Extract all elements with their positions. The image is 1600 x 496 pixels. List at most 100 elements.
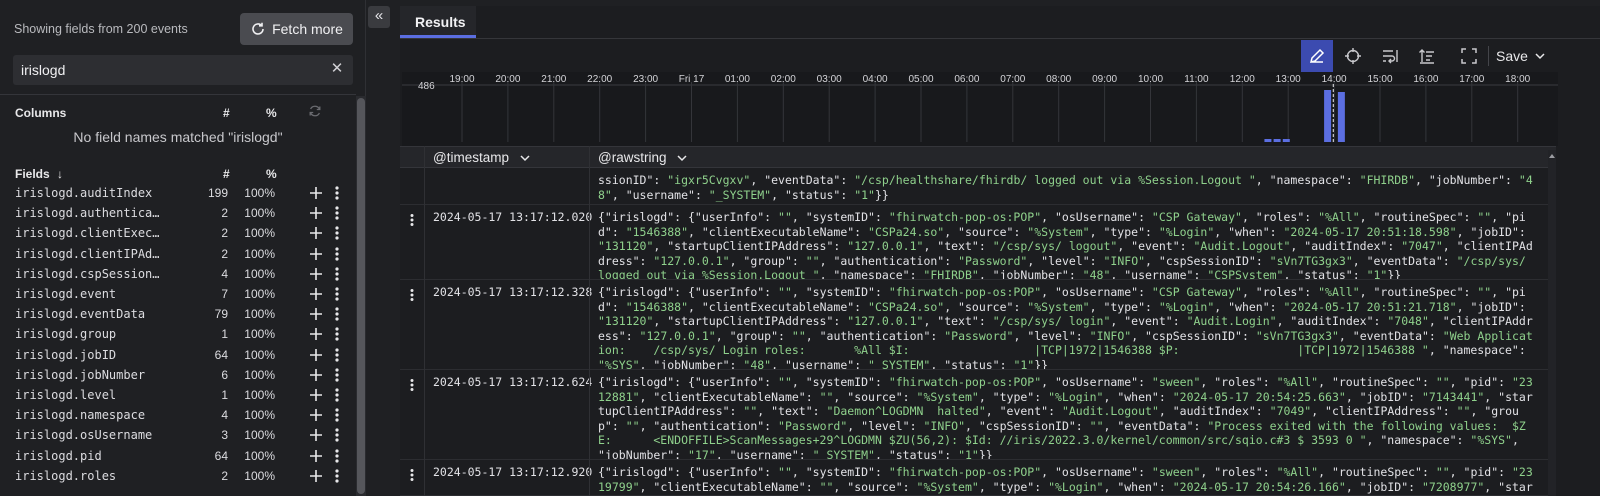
field-percent: 100% bbox=[244, 408, 275, 423]
table-row[interactable]: 2024-05-17 13:17:12.920 {"irislogd": {"us… bbox=[400, 460, 1556, 496]
results-scrollbar[interactable] bbox=[1548, 150, 1556, 496]
more-vertical-icon[interactable] bbox=[333, 185, 341, 201]
more-vertical-icon[interactable] bbox=[333, 286, 341, 302]
add-column-icon[interactable] bbox=[308, 468, 324, 484]
crosshair-tool-button[interactable] bbox=[1337, 40, 1369, 72]
field-search-input[interactable] bbox=[21, 60, 321, 80]
field-count: 79 bbox=[214, 307, 228, 322]
field-row[interactable]: irislogd.osUsername 3 100% bbox=[0, 425, 356, 445]
add-column-icon[interactable] bbox=[308, 225, 324, 241]
more-vertical-icon[interactable] bbox=[333, 347, 341, 363]
field-name[interactable]: irislogd.event bbox=[15, 287, 165, 301]
more-vertical-icon[interactable] bbox=[408, 288, 416, 302]
more-vertical-icon[interactable] bbox=[333, 205, 341, 221]
fullscreen-button[interactable] bbox=[1453, 40, 1485, 72]
rawstring-column-header[interactable]: @rawstring bbox=[598, 150, 688, 165]
field-name[interactable]: irislogd.clientIPAddr… bbox=[15, 247, 165, 261]
field-row[interactable]: irislogd.event 7 100% bbox=[0, 284, 356, 304]
field-percent: 100% bbox=[244, 388, 275, 402]
more-vertical-icon[interactable] bbox=[333, 387, 341, 403]
more-vertical-icon[interactable] bbox=[333, 407, 341, 423]
add-column-icon[interactable] bbox=[308, 407, 324, 423]
field-row[interactable]: irislogd.pid 64 100% bbox=[0, 446, 356, 466]
tab-results[interactable]: Results bbox=[400, 6, 476, 38]
add-column-icon[interactable] bbox=[308, 427, 324, 443]
field-row[interactable]: irislogd.cspSessionID 4 100% bbox=[0, 264, 356, 284]
collapse-panel-button[interactable]: « bbox=[368, 6, 390, 28]
field-row[interactable]: irislogd.group 1 100% bbox=[0, 324, 356, 344]
more-vertical-icon[interactable] bbox=[333, 468, 341, 484]
more-vertical-icon[interactable] bbox=[408, 378, 416, 392]
tab-divider bbox=[400, 38, 1600, 39]
field-row[interactable]: irislogd.clientIPAddr… 2 100% bbox=[0, 244, 356, 264]
field-row[interactable]: irislogd.clientExecut… 2 100% bbox=[0, 223, 356, 243]
scrollbar-thumb[interactable] bbox=[357, 98, 365, 494]
field-name[interactable]: irislogd.cspSessionID bbox=[15, 267, 165, 281]
field-name[interactable]: irislogd.eventData bbox=[15, 307, 165, 321]
field-name[interactable]: irislogd.namespace bbox=[15, 408, 165, 422]
edit-tool-button[interactable] bbox=[1301, 40, 1333, 72]
more-vertical-icon[interactable] bbox=[333, 246, 341, 262]
add-column-icon[interactable] bbox=[308, 286, 324, 302]
more-vertical-icon[interactable] bbox=[408, 468, 416, 482]
add-column-icon[interactable] bbox=[308, 387, 324, 403]
field-row[interactable]: irislogd.auditIndex 199 100% bbox=[0, 183, 356, 203]
fields-header[interactable]: Fields ↓ bbox=[15, 167, 63, 181]
add-column-icon[interactable] bbox=[308, 306, 324, 322]
more-vertical-icon[interactable] bbox=[333, 306, 341, 322]
add-column-icon[interactable] bbox=[308, 448, 324, 464]
add-column-icon[interactable] bbox=[308, 326, 324, 342]
fields-scrollbar[interactable] bbox=[356, 96, 366, 496]
more-vertical-icon[interactable] bbox=[333, 427, 341, 443]
table-row[interactable]: ssionID": "igxr5Cvgxv", "eventData": "/c… bbox=[400, 169, 1556, 205]
add-column-icon[interactable] bbox=[308, 246, 324, 262]
field-row[interactable]: irislogd.jobNumber 6 100% bbox=[0, 365, 356, 385]
sort-tool-button[interactable] bbox=[1411, 40, 1443, 72]
field-name[interactable]: irislogd.pid bbox=[15, 449, 165, 463]
field-name[interactable]: irislogd.osUsername bbox=[15, 428, 165, 442]
more-vertical-icon[interactable] bbox=[333, 367, 341, 383]
histogram-tick-label: 18:00 bbox=[1505, 74, 1530, 85]
field-name[interactable]: irislogd.level bbox=[15, 388, 165, 402]
scroll-up-icon[interactable] bbox=[1549, 152, 1555, 166]
field-row[interactable]: irislogd.namespace 4 100% bbox=[0, 405, 356, 425]
table-row[interactable]: 2024-05-17 13:17:12.624 {"irislogd": {"us… bbox=[400, 370, 1556, 460]
field-row[interactable]: irislogd.eventData 79 100% bbox=[0, 304, 356, 324]
close-icon[interactable]: ✕ bbox=[329, 61, 345, 77]
histogram-tick-label: 07:00 bbox=[1000, 74, 1025, 85]
timestamp-column-header[interactable]: @timestamp bbox=[433, 150, 531, 165]
add-column-icon[interactable] bbox=[308, 266, 324, 282]
add-column-icon[interactable] bbox=[308, 367, 324, 383]
field-row[interactable]: irislogd.roles 2 100% bbox=[0, 466, 356, 486]
field-name[interactable]: irislogd.authenticati… bbox=[15, 206, 165, 220]
more-vertical-icon[interactable] bbox=[408, 213, 416, 227]
field-name[interactable]: irislogd.roles bbox=[15, 469, 165, 483]
save-button[interactable]: Save bbox=[1496, 40, 1560, 72]
table-row[interactable]: 2024-05-17 13:17:12.328 {"irislogd": {"us… bbox=[400, 280, 1556, 370]
reset-columns-icon[interactable] bbox=[308, 104, 322, 118]
more-vertical-icon[interactable] bbox=[333, 326, 341, 342]
table-row[interactable]: 2024-05-17 13:17:12.020 {"irislogd": {"us… bbox=[400, 205, 1556, 280]
field-name[interactable]: irislogd.clientExecut… bbox=[15, 226, 165, 240]
field-search[interactable]: ✕ bbox=[13, 55, 353, 85]
add-column-icon[interactable] bbox=[308, 205, 324, 221]
field-percent: 100% bbox=[244, 226, 275, 241]
field-row[interactable]: irislogd.jobID 64 100% bbox=[0, 345, 356, 365]
field-row[interactable]: irislogd.level 1 100% bbox=[0, 385, 356, 405]
save-label: Save bbox=[1496, 48, 1528, 64]
more-vertical-icon[interactable] bbox=[333, 266, 341, 282]
wrap-tool-button[interactable] bbox=[1374, 40, 1406, 72]
more-vertical-icon[interactable] bbox=[333, 448, 341, 464]
event-histogram[interactable]: 486 19:00 20:00 21:00 22:00 23:00 Fri 17 01:00 0… bbox=[402, 72, 1558, 146]
more-vertical-icon[interactable] bbox=[333, 225, 341, 241]
field-name[interactable]: irislogd.jobID bbox=[15, 348, 165, 362]
fetch-more-button[interactable]: Fetch more bbox=[240, 13, 353, 45]
add-column-icon[interactable] bbox=[308, 185, 324, 201]
field-count: 2 bbox=[221, 246, 228, 261]
field-name[interactable]: irislogd.auditIndex bbox=[15, 186, 165, 200]
field-row[interactable]: irislogd.authenticati… 2 100% bbox=[0, 203, 356, 223]
field-name[interactable]: irislogd.group bbox=[15, 327, 165, 341]
add-column-icon[interactable] bbox=[308, 347, 324, 363]
field-name[interactable]: irislogd.jobNumber bbox=[15, 368, 165, 382]
histogram-chart[interactable]: 486 19:00 20:00 21:00 22:00 23:00 Fri 17 01:00 0… bbox=[402, 72, 1558, 146]
